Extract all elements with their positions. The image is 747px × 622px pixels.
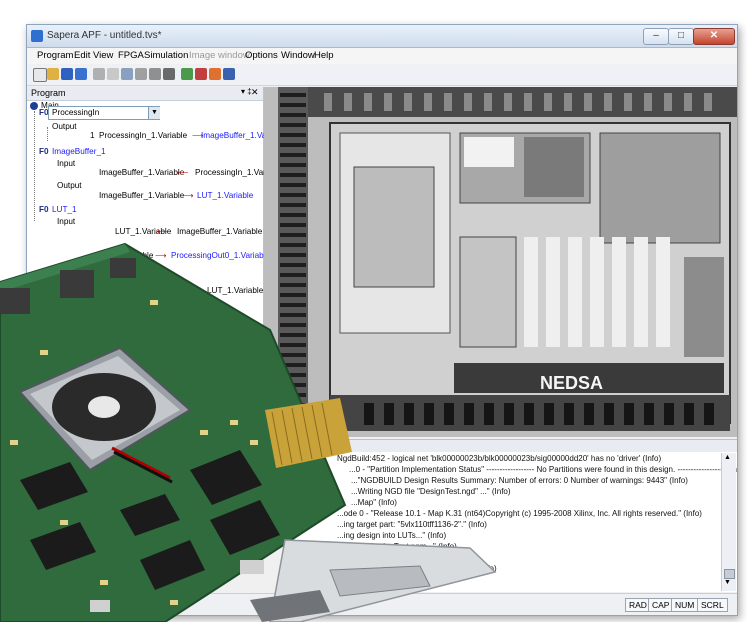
copy-icon[interactable] bbox=[107, 68, 119, 80]
menu-program[interactable]: Program bbox=[37, 50, 73, 61]
message-panel-header: ...sage bbox=[289, 440, 737, 452]
arrow-left-icon: ⟵ bbox=[185, 286, 197, 295]
message-line: NgdBuild:452 - logical net 'blk00000023b… bbox=[337, 454, 662, 463]
die-label: NEDSA bbox=[540, 373, 603, 393]
message-line: ...ing file DesignTest.ngm..." (Info) bbox=[337, 542, 457, 551]
record-icon[interactable] bbox=[195, 68, 207, 80]
build-icon[interactable] bbox=[209, 68, 221, 80]
menu-view[interactable]: View bbox=[93, 50, 113, 61]
menu-bar: Program Edit View FPGA Simulation Image … bbox=[27, 48, 737, 64]
message-line: ...0 - "Partition Implementation Status"… bbox=[349, 465, 738, 474]
program-panel-close-button[interactable]: ✕ bbox=[251, 87, 259, 98]
menu-options[interactable]: Options bbox=[245, 50, 278, 61]
tree-row-right[interactable]: LUT_1.Variable bbox=[197, 191, 253, 200]
menu-help[interactable]: Help bbox=[314, 50, 334, 61]
tree-row-right[interactable]: ProcessingOut0_1.Variable bbox=[171, 251, 270, 260]
status-num: NUM bbox=[671, 598, 699, 612]
tree-node-output[interactable]: Output bbox=[52, 122, 77, 131]
app-icon bbox=[31, 30, 43, 42]
menu-edit[interactable]: Edit bbox=[74, 50, 90, 61]
tree-node-imagebuffer[interactable]: ImageBuffer_1 bbox=[52, 147, 106, 156]
fo-icon: F0 bbox=[39, 147, 49, 156]
message-panel-title: ...sage bbox=[323, 441, 349, 451]
tree-node-output[interactable]: Output bbox=[57, 181, 82, 190]
tree-row-left[interactable]: ImageBuffer_1.Variable bbox=[99, 168, 184, 177]
save-all-icon[interactable] bbox=[75, 68, 87, 80]
play-icon[interactable] bbox=[163, 68, 175, 80]
menu-window[interactable]: Window bbox=[281, 50, 315, 61]
processing-select-value: ProcessingIn bbox=[52, 108, 100, 117]
message-line: ...ing target part: "5vlx110tff1136-2"."… bbox=[337, 520, 487, 529]
status-bar: RAD CAP NUM SCRL bbox=[27, 593, 737, 615]
cut-icon[interactable] bbox=[93, 68, 105, 80]
paste-icon[interactable] bbox=[121, 68, 133, 80]
message-panel: ...sage NgdBuild:452 - logical net 'blk0… bbox=[289, 439, 737, 592]
tree-row-right[interactable]: LUT_1.Variable bbox=[207, 286, 263, 295]
tree-line bbox=[34, 111, 35, 221]
chevron-down-icon[interactable]: ▼ bbox=[148, 107, 160, 119]
arrow-right-icon: ⟶ bbox=[155, 251, 167, 260]
tree-row-left[interactable]: ImageBuffer_1.Variable bbox=[99, 191, 184, 200]
arrow-left-icon: ⟵ bbox=[177, 168, 189, 177]
scroll-up-icon[interactable]: ▲ bbox=[724, 454, 731, 461]
status-cap: CAP bbox=[648, 598, 674, 612]
window-title: Sapera APF - untitled.tvs* bbox=[47, 30, 162, 41]
message-line: ...Map" (Info) bbox=[351, 498, 397, 507]
close-button[interactable]: ✕ bbox=[693, 28, 735, 45]
program-tree: Main F0 ProcessingIn ▼ Output 1 Processi… bbox=[27, 100, 286, 413]
message-scrollbar[interactable]: ▲ ▼ bbox=[721, 453, 736, 591]
maximize-button[interactable]: □ bbox=[668, 28, 694, 45]
app-window: Sapera APF - untitled.tvs* – □ ✕ Program… bbox=[26, 24, 738, 616]
tree-node-lut[interactable]: LUT_1 bbox=[52, 205, 77, 214]
menu-fpga[interactable]: FPGA bbox=[118, 50, 144, 61]
message-line: ..."NGDBUILD Design Results Summary: Num… bbox=[351, 476, 688, 485]
message-line: ...Running delay-based LUT packing..." (… bbox=[337, 564, 497, 573]
pause-icon[interactable] bbox=[223, 68, 235, 80]
save-icon[interactable] bbox=[61, 68, 73, 80]
message-line: ...Running directed packing..." (Info) bbox=[337, 553, 465, 562]
stop-icon[interactable] bbox=[149, 68, 161, 80]
processing-select[interactable]: ProcessingIn ▼ bbox=[48, 106, 160, 120]
fo-icon: F0 bbox=[39, 205, 49, 214]
tree-line bbox=[47, 127, 48, 141]
tree-row-left[interactable]: ...ariable bbox=[122, 251, 153, 260]
die-image: NEDSA bbox=[264, 87, 737, 437]
program-panel-title: Program bbox=[31, 88, 66, 98]
program-panel-header: Program ▾ ‡ ✕ bbox=[27, 87, 263, 101]
message-line: ...Writing NGD file "DesignTest.ngd" ...… bbox=[351, 487, 511, 496]
arrow-right-icon: ⟶ bbox=[182, 191, 194, 200]
message-line: ...ing design into LUTs..." (Info) bbox=[337, 531, 447, 540]
scroll-down-icon[interactable]: ▼ bbox=[724, 579, 731, 586]
title-bar[interactable]: Sapera APF - untitled.tvs* – □ ✕ bbox=[27, 25, 737, 48]
menu-image-window[interactable]: Image window bbox=[189, 50, 250, 61]
image-window[interactable]: NEDSA bbox=[264, 87, 737, 437]
tree-row-left[interactable]: ProcessingIn_1.Variable bbox=[99, 131, 187, 140]
minimize-button[interactable]: – bbox=[643, 28, 669, 45]
new-file-icon[interactable] bbox=[33, 68, 47, 82]
arrow-left-icon: ⟵ bbox=[157, 227, 169, 236]
menu-simulation[interactable]: Simulation bbox=[144, 50, 188, 61]
tree-row-left[interactable]: ...1.Variable bbox=[127, 286, 170, 295]
scroll-thumb[interactable] bbox=[724, 569, 735, 579]
tree-index: 1 bbox=[90, 131, 95, 140]
tree-row-right[interactable]: ImageBuffer_1.Variable bbox=[177, 227, 262, 236]
toolbar bbox=[27, 65, 737, 86]
tree-node-input[interactable]: Input bbox=[57, 159, 75, 168]
status-scrl: SCRL bbox=[697, 598, 728, 612]
undo-icon[interactable] bbox=[135, 68, 147, 80]
tree-node-input[interactable]: Input bbox=[57, 217, 75, 226]
open-folder-icon[interactable] bbox=[47, 68, 59, 80]
message-line: ...ode 0 - "Release 10.1 - Map K.31 (nt6… bbox=[337, 509, 702, 518]
main-node-icon bbox=[30, 102, 38, 110]
run-icon[interactable] bbox=[181, 68, 193, 80]
program-panel: Program ▾ ‡ ✕ Main F0 ProcessingIn ▼ Out… bbox=[27, 87, 286, 413]
